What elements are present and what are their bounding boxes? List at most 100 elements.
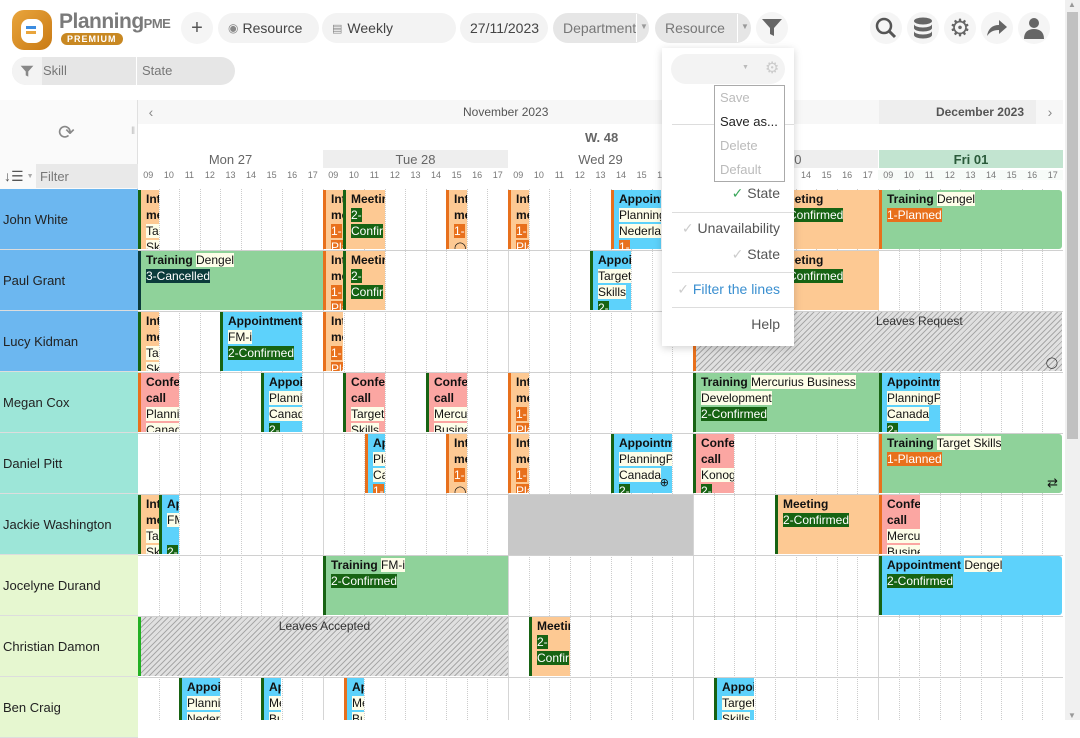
event-conference-call[interactable]: Confei call Mercu Busine <box>879 495 920 554</box>
resource-name: Lucy Kidman <box>3 333 79 349</box>
resource-row[interactable]: Daniel Pitt <box>0 433 138 494</box>
resource-row[interactable]: John White <box>0 189 138 250</box>
event-meeting[interactable]: Meetir 2- Confir <box>529 617 570 676</box>
check-icon: ✓ <box>731 185 744 201</box>
event-appointment[interactable]: Appointment Dengel 2-Confirmed <box>879 556 1062 615</box>
refresh-icon[interactable]: ⟳ <box>58 120 75 145</box>
event-appointment[interactable]: Appointm PlanningP Canada 2- ⊕ <box>611 434 672 493</box>
resource-row[interactable]: Lucy Kidman <box>0 311 138 372</box>
comment-icon[interactable]: ◯ <box>454 486 466 493</box>
event-meeting[interactable]: Meetir 2- Confir <box>343 190 385 249</box>
resource-row[interactable]: Paul Grant <box>0 250 138 311</box>
hour-label: 13 <box>410 170 421 180</box>
event-appointment[interactable]: Appointm Planning Nederlan 1-Planne <box>611 190 661 249</box>
settings-button[interactable]: ⚙ <box>944 12 976 44</box>
app-logo[interactable]: PlanningPME PREMIUM <box>12 8 172 50</box>
event-training[interactable]: Training Mercurius Business Development 2-… <box>693 373 879 432</box>
resource-row[interactable]: Megan Cox <box>0 372 138 433</box>
skill-filter[interactable]: Skill <box>43 63 67 78</box>
secondary-filter-bar: Skill State <box>12 57 235 85</box>
event-conference-call[interactable]: Confei call Konog 2- <box>693 434 734 493</box>
vertical-scrollbar[interactable]: ▲ ▼ <box>1065 0 1080 720</box>
event-appointment[interactable]: Appoi Target Skills <box>714 678 754 720</box>
event-appointment[interactable]: Appoi Target Skills 2- <box>590 251 631 310</box>
menu-item-state[interactable]: ✓ State <box>732 185 780 202</box>
menu-item-save[interactable]: Save <box>720 90 750 105</box>
event-interview[interactable]: Int me 1- ◯ <box>446 434 467 493</box>
event-title: Appoi <box>722 680 754 694</box>
event-interview[interactable]: Int me Ta Sk <box>138 312 159 371</box>
day-label-today: Fri 01 <box>879 150 1063 168</box>
event-appointment[interactable]: Appoi Planni Canad 2- <box>261 373 302 432</box>
date-input[interactable]: 27/11/2023 <box>460 13 548 43</box>
menu-item-delete[interactable]: Delete <box>720 138 758 153</box>
event-appointment[interactable]: Ap Pla Ca 1- <box>365 434 385 493</box>
event-conference-call[interactable]: Confei call Planni Canad <box>138 373 179 432</box>
scroll-thumb[interactable] <box>1067 12 1078 439</box>
event-interview[interactable]: Int me Ta Sk <box>138 190 159 249</box>
event-meeting[interactable]: Meetir 2- Confir <box>343 251 385 310</box>
event-training[interactable]: Training Dengel 3-Cancelled <box>138 251 323 310</box>
event-interview[interactable]: Int me Ta Sk <box>138 495 159 554</box>
menu-item-unavailability[interactable]: ✓ Unavailability <box>682 220 780 237</box>
event-training[interactable]: Training FM-i 2-Confirmed <box>323 556 508 615</box>
event-appointment[interactable]: Ap Me Bu <box>344 678 364 720</box>
next-period-button[interactable]: › <box>1037 100 1063 124</box>
scroll-down-arrow-icon[interactable]: ▼ <box>1068 711 1076 720</box>
menu-item-unavailability-state[interactable]: ✓ State <box>732 246 780 263</box>
event-interview[interactable]: Int me 1- Pla <box>508 190 529 249</box>
event-training[interactable]: Training Target Skills 1-Planned ⇄ <box>879 434 1062 493</box>
user-button[interactable] <box>1018 12 1050 44</box>
state-filter[interactable]: State <box>142 63 172 78</box>
resize-handle[interactable]: ‖ <box>131 126 135 137</box>
share-button[interactable] <box>981 12 1013 44</box>
search-button[interactable] <box>870 12 902 44</box>
prev-period-button[interactable]: ‹ <box>138 100 164 124</box>
status-badge: 2-Confirmed <box>783 513 850 527</box>
scroll-up-arrow-icon[interactable]: ▲ <box>1068 0 1076 9</box>
event-appointment[interactable]: Appoi Planni Nederl <box>179 678 220 720</box>
comment-icon[interactable]: ◯ <box>1046 356 1058 369</box>
add-circle-icon[interactable]: ⊕ <box>660 475 669 491</box>
menu-item-default[interactable]: Default <box>720 162 761 177</box>
event-meeting[interactable]: Meeting 2-Confirmed <box>775 495 879 554</box>
recurrence-icon[interactable]: ⇄ <box>1047 475 1058 491</box>
database-button[interactable] <box>907 12 939 44</box>
event-training[interactable]: Training Dengel 1-Planned <box>879 190 1062 249</box>
menu-item-save-as[interactable]: Save as... <box>720 114 778 129</box>
comment-icon[interactable]: ◯ <box>454 242 466 249</box>
period-selector[interactable]: ▤ Weekly <box>322 13 456 43</box>
gear-icon[interactable]: ⚙ <box>765 58 779 78</box>
event-interview[interactable]: Int me 1- ◯ <box>446 190 467 249</box>
event-interview[interactable]: Int me 1- Pla <box>323 251 343 310</box>
event-label: Busine <box>434 423 467 432</box>
event-appointment[interactable]: Ap FM 2- <box>159 495 179 554</box>
menu-item-filter-lines[interactable]: ✓ Filter the lines <box>677 281 780 298</box>
event-appointment[interactable]: Appointment FM-i 2-Confirmed <box>220 312 302 371</box>
resource-row[interactable]: Jackie Washington <box>0 494 138 555</box>
event-interview[interactable]: Int me 1- Pla <box>323 190 343 249</box>
resource-filter-input[interactable]: Filter <box>36 164 138 188</box>
event-appointment[interactable]: Appointm PlanningP Canada 2- <box>879 373 940 432</box>
event-conference-call[interactable]: Confei call Target Skills <box>343 373 385 432</box>
resource-row[interactable]: Ben Craig <box>0 677 138 738</box>
chevron-down-icon[interactable]: ▼ <box>27 173 34 180</box>
department-select[interactable]: Department <box>553 13 649 43</box>
saved-filter-select[interactable]: ▼ ⚙ <box>671 54 785 84</box>
event-interview[interactable]: Int me 1- Pla <box>508 373 529 432</box>
chevron-down-icon[interactable]: ▼ <box>742 64 749 71</box>
leave-accepted-block[interactable]: Leaves Accepted <box>138 617 508 676</box>
chevron-down-icon[interactable]: ▼ <box>741 22 749 31</box>
event-interview[interactable]: Int me 1- Pla <box>508 434 529 493</box>
add-button[interactable]: + <box>181 12 213 44</box>
filter-toggle-button[interactable] <box>756 12 788 44</box>
view-selector[interactable]: ◉ Resource <box>218 13 319 43</box>
event-interview[interactable]: Int me 1- Pla <box>323 312 343 371</box>
event-conference-call[interactable]: Confei call Mercu Busine <box>426 373 467 432</box>
resource-row[interactable]: Jocelyne Durand <box>0 555 138 616</box>
chevron-down-icon[interactable]: ▼ <box>640 22 648 31</box>
event-appointment[interactable]: Ap Me Bu <box>261 678 281 720</box>
menu-item-help[interactable]: Help <box>751 316 780 332</box>
sort-icon[interactable]: ↓☰ <box>4 168 24 185</box>
resource-row[interactable]: Christian Damon <box>0 616 138 677</box>
